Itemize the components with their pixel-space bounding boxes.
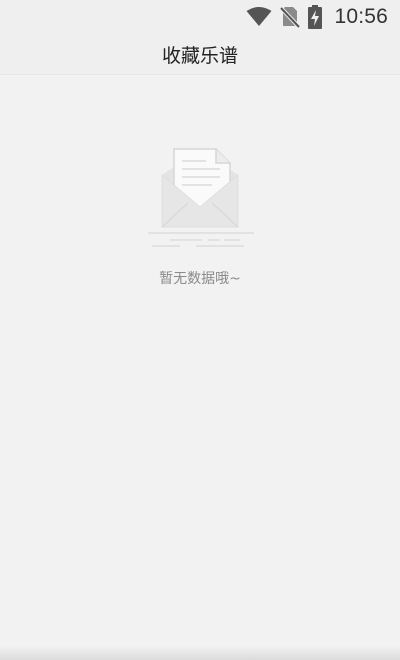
content-area: 暂无数据哦~	[0, 75, 400, 646]
empty-state-message: 暂无数据哦~	[159, 271, 241, 287]
status-time: 10:56	[334, 5, 388, 28]
status-bar: 10:56	[0, 0, 400, 34]
page-title: 收藏乐谱	[161, 44, 238, 67]
battery-charging-icon	[308, 5, 323, 29]
wifi-icon	[246, 7, 272, 26]
header: 收藏乐谱	[0, 34, 400, 75]
bottom-edge	[0, 646, 400, 660]
no-sim-icon	[280, 6, 301, 28]
status-icons: 10:56	[246, 4, 388, 30]
open-envelope-document-icon	[148, 148, 254, 247]
